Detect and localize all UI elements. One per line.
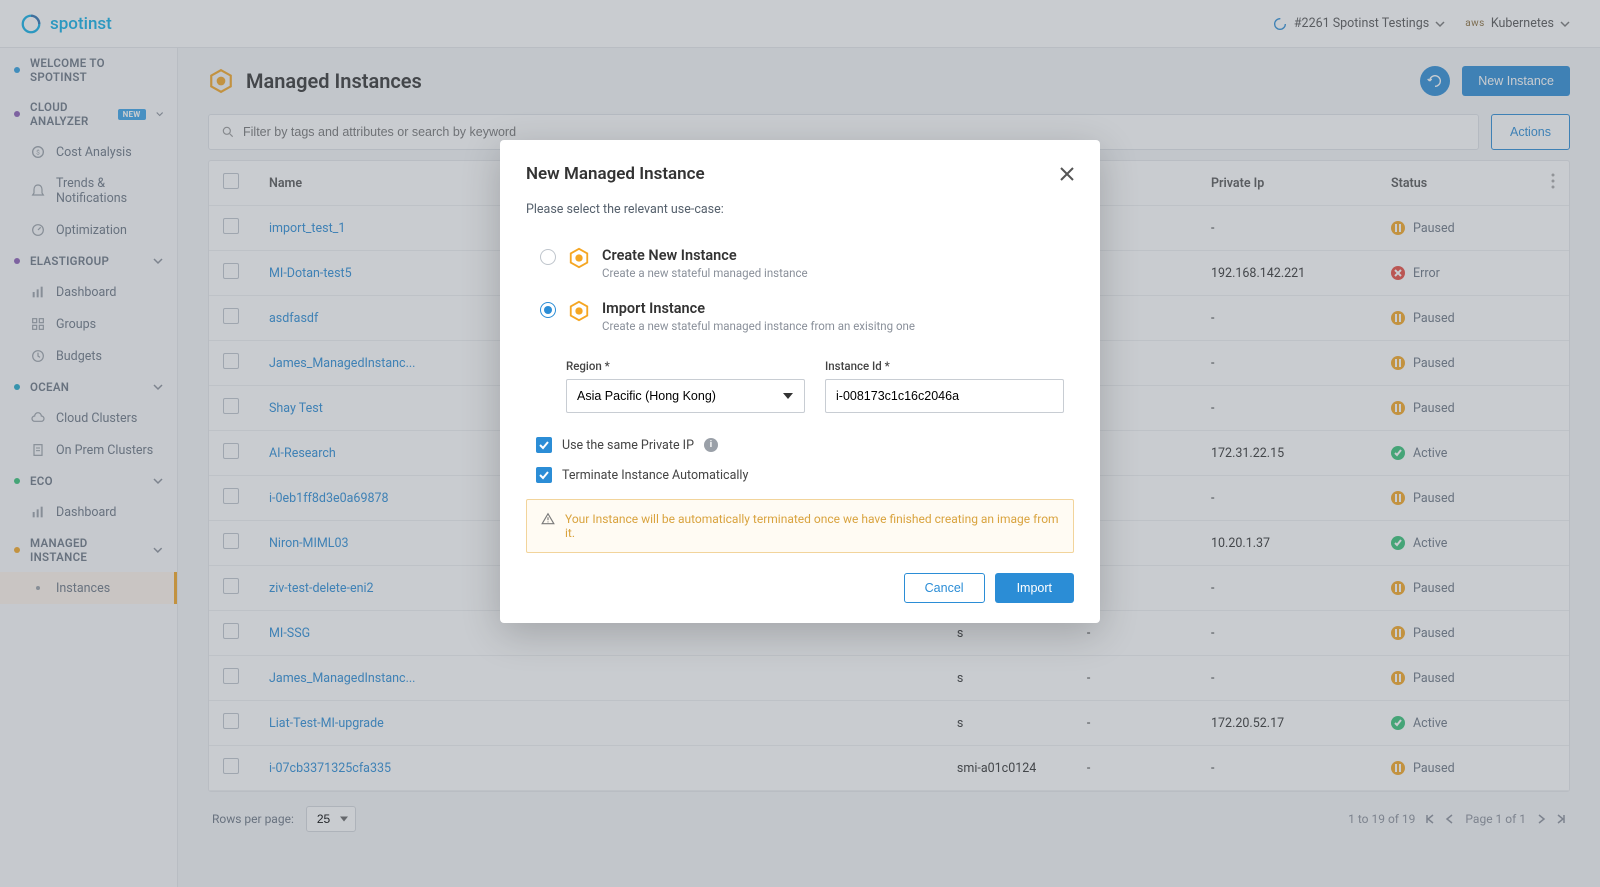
hexagon-icon bbox=[568, 247, 590, 269]
option-title: Create New Instance bbox=[602, 247, 808, 264]
option-sub: Create a new stateful managed instance f… bbox=[602, 319, 915, 333]
warning-text: Your Instance will be automatically term… bbox=[565, 512, 1059, 540]
instance-id-label: Instance Id * bbox=[825, 359, 1064, 373]
modal-overlay[interactable]: New Managed Instance Please select the r… bbox=[0, 0, 1600, 887]
new-instance-modal: New Managed Instance Please select the r… bbox=[500, 140, 1100, 623]
option-create-new[interactable]: Create New Instance Create a new statefu… bbox=[526, 237, 1074, 290]
terminate-auto-row[interactable]: Terminate Instance Automatically bbox=[536, 467, 1074, 483]
warning-icon bbox=[541, 512, 555, 526]
modal-subtitle: Please select the relevant use-case: bbox=[526, 202, 1074, 217]
chk-label: Terminate Instance Automatically bbox=[562, 468, 748, 483]
info-icon[interactable]: i bbox=[704, 438, 718, 452]
checkbox-checked[interactable] bbox=[536, 467, 552, 483]
option-sub: Create a new stateful managed instance bbox=[602, 266, 808, 280]
check-icon bbox=[539, 470, 549, 480]
option-import[interactable]: Import Instance Create a new stateful ma… bbox=[526, 290, 1074, 343]
same-private-ip-row[interactable]: Use the same Private IP i bbox=[536, 437, 1074, 453]
warning-box: Your Instance will be automatically term… bbox=[526, 499, 1074, 553]
region-label: Region * bbox=[566, 359, 805, 373]
close-icon[interactable] bbox=[1060, 167, 1074, 181]
radio-checked[interactable] bbox=[540, 302, 556, 318]
instance-id-input[interactable] bbox=[825, 379, 1064, 413]
cancel-button[interactable]: Cancel bbox=[904, 573, 985, 603]
checkbox-checked[interactable] bbox=[536, 437, 552, 453]
radio-unchecked[interactable] bbox=[540, 249, 556, 265]
chk-label: Use the same Private IP bbox=[562, 438, 694, 453]
modal-title: New Managed Instance bbox=[526, 164, 705, 184]
hexagon-icon bbox=[568, 300, 590, 322]
import-button[interactable]: Import bbox=[995, 573, 1074, 603]
check-icon bbox=[539, 440, 549, 450]
option-title: Import Instance bbox=[602, 300, 915, 317]
region-select[interactable] bbox=[566, 379, 805, 413]
